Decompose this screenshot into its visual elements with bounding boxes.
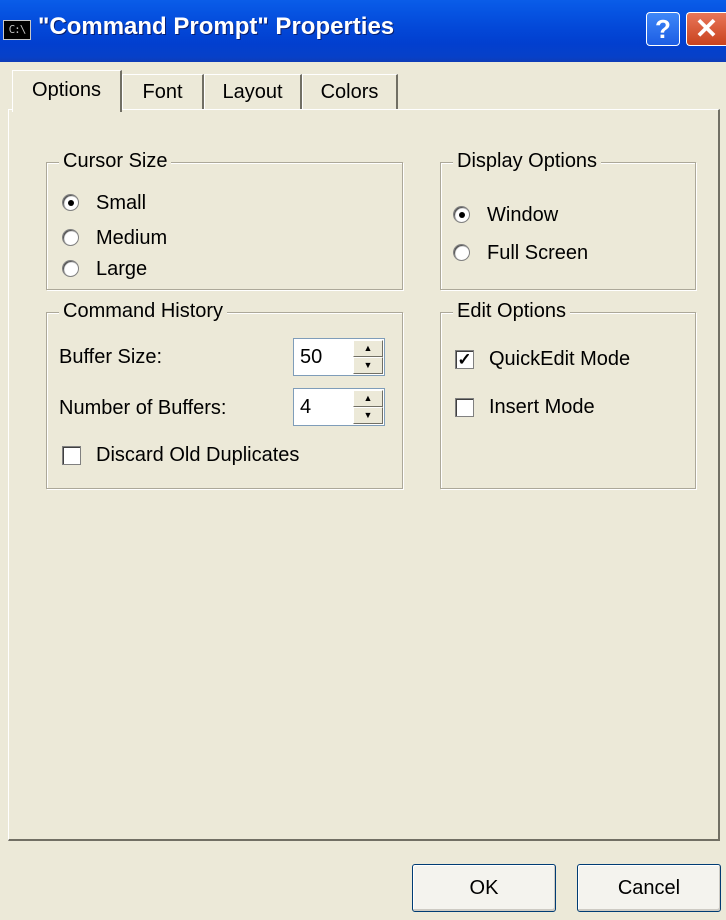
- radio-label: Small: [96, 192, 147, 214]
- tab-label: Colors: [320, 81, 379, 103]
- radio-label: Window: [487, 204, 559, 226]
- spin-down-icon[interactable]: ▼: [353, 407, 383, 424]
- radio-label: Full Screen: [487, 242, 589, 264]
- command-history-group: Command History Buffer Size: 50 ▲ ▼ Numbe…: [46, 300, 403, 489]
- command-prompt-icon: C:\: [3, 20, 31, 40]
- cancel-button[interactable]: Cancel: [577, 864, 721, 912]
- checkbox-label: QuickEdit Mode: [489, 348, 631, 370]
- display-options-legend: Display Options: [453, 150, 602, 173]
- buffer-size-label: Buffer Size:: [59, 346, 163, 368]
- radio-label: Large: [96, 258, 148, 280]
- radio-indicator: [62, 260, 79, 277]
- ok-button[interactable]: OK: [412, 864, 556, 912]
- number-of-buffers-value[interactable]: 4: [300, 396, 311, 419]
- checkmark-icon: ✓: [455, 350, 474, 369]
- tab-layout[interactable]: Layout: [204, 74, 302, 110]
- spin-up-icon[interactable]: ▲: [353, 390, 383, 407]
- checkbox-label: Discard Old Duplicates: [96, 444, 300, 466]
- help-button[interactable]: ?: [646, 12, 680, 46]
- edit-options-legend: Edit Options: [453, 300, 570, 323]
- number-of-buffers-label: Number of Buffers:: [59, 397, 227, 419]
- cursor-size-legend: Cursor Size: [59, 150, 172, 173]
- title-bar[interactable]: C:\ "Command Prompt" Properties ? ✕: [0, 0, 726, 62]
- command-history-legend: Command History: [59, 300, 228, 323]
- number-of-buffers-stepper[interactable]: 4 ▲ ▼: [293, 388, 385, 426]
- radio-indicator: [62, 229, 79, 246]
- radio-label: Medium: [96, 227, 168, 249]
- buffer-size-stepper[interactable]: 50 ▲ ▼: [293, 338, 385, 376]
- radio-indicator: [62, 194, 79, 211]
- checkbox-box: [62, 446, 81, 465]
- radio-indicator: [453, 244, 470, 261]
- properties-dialog: C:\ "Command Prompt" Properties ? ✕ Opti…: [0, 0, 726, 920]
- edit-options-group: Edit Options ✓ QuickEdit Mode Insert Mod…: [440, 300, 696, 489]
- tab-colors[interactable]: Colors: [302, 74, 398, 110]
- tab-options[interactable]: Options: [12, 70, 122, 112]
- checkbox-label: Insert Mode: [489, 396, 595, 418]
- window-title: "Command Prompt" Properties: [38, 13, 395, 40]
- close-button[interactable]: ✕: [686, 12, 726, 46]
- tab-font[interactable]: Font: [122, 74, 204, 110]
- radio-selected-dot: [68, 200, 74, 206]
- checkbox-box: [455, 398, 474, 417]
- close-icon: ✕: [694, 13, 719, 44]
- buffer-size-value[interactable]: 50: [300, 346, 322, 369]
- help-icon: ?: [655, 14, 671, 44]
- radio-selected-dot: [459, 212, 465, 218]
- cursor-size-group: Cursor Size Small Medium Large: [46, 150, 403, 290]
- tab-label: Options: [32, 79, 101, 101]
- display-options-group: Display Options Window Full Screen: [440, 150, 696, 290]
- tab-label: Layout: [222, 81, 283, 103]
- tab-label: Font: [142, 81, 183, 103]
- spin-up-icon[interactable]: ▲: [353, 340, 383, 357]
- spin-down-icon[interactable]: ▼: [353, 357, 383, 374]
- radio-indicator: [453, 206, 470, 223]
